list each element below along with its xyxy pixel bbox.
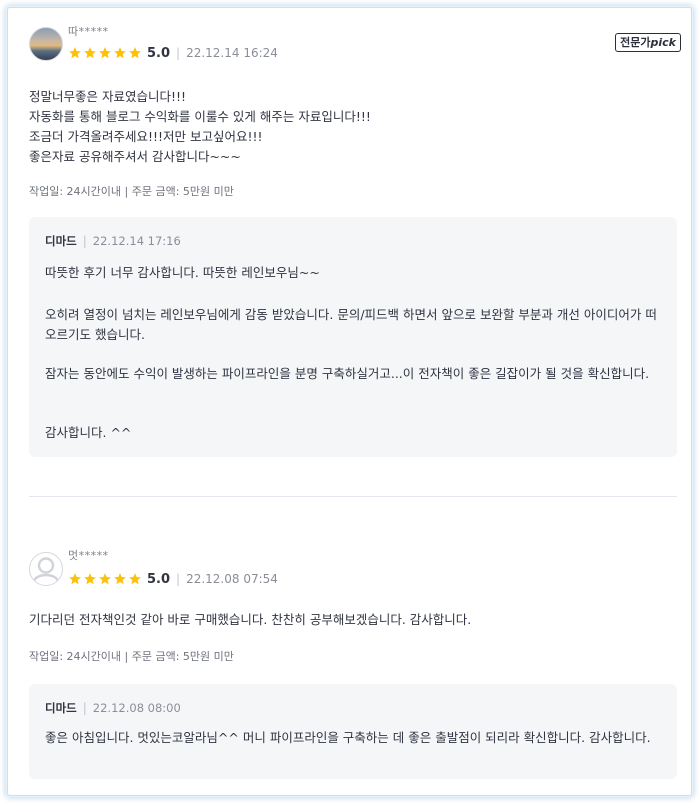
reply-paragraph: 감사합니다. ^^: [45, 425, 132, 440]
seller-name: 디마드: [45, 234, 77, 248]
reply-paragraph: 좋은 아침입니다. 멋있는코알라님^^ 머니 파이프라인을 구축하는 데 좋은 …: [45, 730, 651, 745]
review-meta: 작업일: 24시간이내 | 주문 금액: 5만원 미만: [29, 650, 234, 663]
reply-header: 디마드 | 22.12.14 17:16: [45, 233, 181, 249]
avatar[interactable]: [29, 27, 63, 61]
star-icon: [129, 47, 141, 59]
review-line: 좋은자료 공유해주셔서 감사합니다~~~: [29, 149, 241, 164]
reply-header: 디마드 | 22.12.08 08:00: [45, 700, 181, 716]
star-icon: [99, 573, 111, 585]
review-line: 정말너무좋은 자료였습니다!!!: [29, 89, 187, 104]
seller-reply: 디마드 | 22.12.08 08:00 좋은 아침입니다. 멋있는코알라님^^…: [29, 684, 677, 779]
review-line: 조금더 가격올려주세요!!!저만 보고싶어요!!!: [29, 129, 263, 144]
review-line: 기다리던 전자책인것 같아 바로 구매했습니다. 찬찬히 공부해보겠습니다. 감…: [29, 612, 472, 627]
rating-row: 5.0 | 22.12.14 16:24: [68, 44, 278, 62]
rating-row: 5.0 | 22.12.08 07:54: [68, 570, 278, 588]
reply-paragraph: 따뜻한 후기 너무 감사합니다. 따뜻한 레인보우님~~: [45, 265, 320, 280]
reply-paragraph: 잠자는 동안에도 수익이 발생하는 파이프라인을 분명 구축하실거고...이 전…: [45, 366, 650, 381]
separator: |: [176, 46, 181, 60]
review-item: 멋***** 5.0 | 22.12.08 07:54 기다리던 전자책인것 같…: [8, 496, 691, 795]
review-list: 따***** 5.0 | 22.12.14 16:24 전문가pick 정말너무…: [7, 7, 692, 796]
separator: |: [82, 701, 87, 715]
reply-date: 22.12.14 17:16: [92, 234, 181, 248]
reply-date: 22.12.08 08:00: [92, 701, 181, 715]
review-line: 자동화를 통해 블로그 수익화를 이룰수 있게 해주는 자료입니다!!!: [29, 109, 371, 124]
review-body: 정말너무좋은 자료였습니다!!! 자동화를 통해 블로그 수익화를 이룰수 있게…: [29, 87, 669, 167]
star-icon: [69, 47, 81, 59]
review-date: 22.12.08 07:54: [186, 572, 278, 586]
star-icon: [114, 573, 126, 585]
user-icon: [31, 554, 61, 584]
seller-name: 디마드: [45, 701, 77, 715]
rating-stars: [68, 572, 143, 586]
avatar[interactable]: [29, 552, 63, 586]
star-icon: [84, 47, 96, 59]
review-body: 기다리던 전자책인것 같아 바로 구매했습니다. 찬찬히 공부해보겠습니다. 감…: [29, 610, 669, 630]
badge-prefix: 전문가: [620, 36, 651, 49]
rating-score: 5.0: [147, 571, 171, 587]
seller-reply: 디마드 | 22.12.14 17:16 따뜻한 후기 너무 감사합니다. 따뜻…: [29, 217, 677, 457]
rating-score: 5.0: [147, 45, 171, 61]
separator: |: [82, 234, 87, 248]
separator: |: [176, 572, 181, 586]
reply-paragraph: 오히려 열정이 넘치는 레인보우님에게 감동 받았습니다. 문의/피드백 하면서…: [45, 307, 657, 342]
expert-pick-badge: 전문가pick: [615, 33, 681, 52]
review-item: 따***** 5.0 | 22.12.14 16:24 전문가pick 정말너무…: [8, 8, 691, 496]
review-meta: 작업일: 24시간이내 | 주문 금액: 5만원 미만: [29, 185, 234, 198]
star-icon: [69, 573, 81, 585]
review-date: 22.12.14 16:24: [186, 46, 278, 60]
reviewer-nickname: 따*****: [68, 25, 109, 38]
reviewer-nickname: 멋*****: [68, 549, 109, 562]
badge-pick: pick: [650, 36, 676, 49]
rating-stars: [68, 46, 143, 60]
star-icon: [129, 573, 141, 585]
star-icon: [114, 47, 126, 59]
star-icon: [84, 573, 96, 585]
star-icon: [99, 47, 111, 59]
